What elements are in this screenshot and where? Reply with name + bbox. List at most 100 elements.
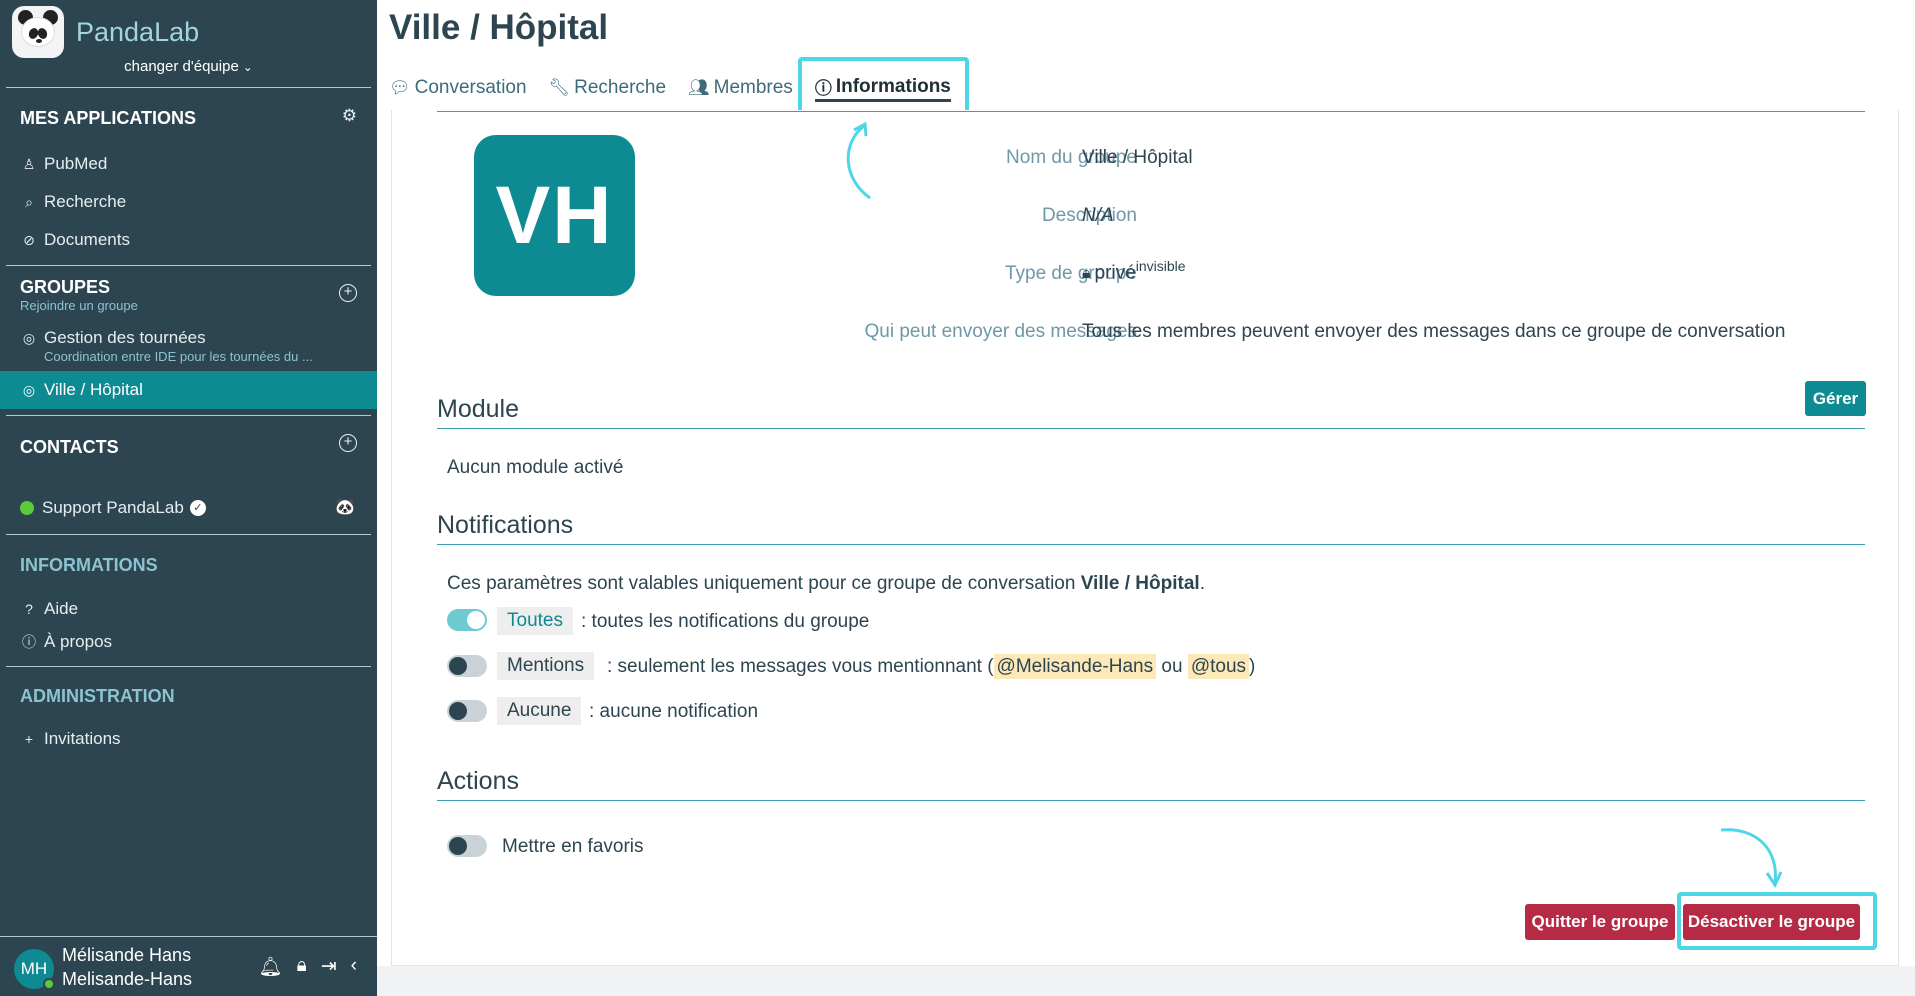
sidebar-item-pubmed[interactable]: ♙ PubMed <box>20 152 108 176</box>
panda-icon: 🐼 <box>335 499 355 516</box>
chat-icon: 💬︎ <box>389 78 411 97</box>
sidebar-item-label: À propos <box>44 632 113 651</box>
actions-section-title: Actions <box>437 767 1865 801</box>
notif-mentions-chip: Mentions <box>497 652 595 680</box>
favorite-label: Mettre en favoris <box>502 836 644 857</box>
user-name: Mélisande Hans <box>62 945 192 965</box>
sidebar-item-label: Aide <box>44 599 79 618</box>
intro-prefix: Ces paramètres sont valables uniquement … <box>447 573 1076 594</box>
apps-section-title: MES APPLICATIONS <box>20 108 197 128</box>
main-content: Ville / Hôpital 💬︎ Conversation 🔧︎ Recherc… <box>377 0 1915 996</box>
sidebar-item-documents[interactable]: ⊘ Documents <box>20 228 130 252</box>
online-status-dot <box>20 501 34 515</box>
sidebar-item-ville-hopital[interactable]: ◎ Ville / Hôpital <box>0 371 377 409</box>
mentions-or: ou <box>1161 656 1183 677</box>
sidebar-item-a-propos[interactable]: ⓘ À propos <box>20 630 112 654</box>
sidebar-item-sub: Coordination entre IDE pour les tournées… <box>44 349 313 364</box>
tab-recherche[interactable]: 🔧︎ Recherche <box>549 74 666 102</box>
info-icon: ⓘ <box>22 634 36 650</box>
sidebar-item-label: Support PandaLab <box>42 498 184 517</box>
divider <box>6 534 371 535</box>
add-contact-icon[interactable]: + <box>339 434 357 452</box>
lock-icon: 🔒︎ <box>1082 265 1091 283</box>
sidebar-item-gestion-tournees[interactable]: ◎ Gestion des tournées <box>20 326 206 350</box>
group-eye-icon: ◎ <box>22 381 36 398</box>
sidebar-item-label: Invitations <box>44 729 121 748</box>
manage-modules-button[interactable]: Gérer <box>1805 381 1866 416</box>
module-section-title: Module <box>437 395 1865 429</box>
sidebar-item-support[interactable]: Support PandaLab ✓ <box>20 496 206 520</box>
logout-icon[interactable]: ⇥ <box>321 955 337 979</box>
question-icon: ? <box>25 601 33 617</box>
group-avatar: VH <box>474 135 635 296</box>
verified-icon: ✓ <box>189 500 206 516</box>
sidebar-item-aide[interactable]: ? Aide <box>20 597 78 621</box>
sidebar-item-label: Gestion des tournées <box>44 328 206 347</box>
tab-label: Membres <box>713 77 793 98</box>
sidebar-item-label: Ville / Hôpital <box>44 380 143 399</box>
group-type-value: 🔒︎ privéinvisible <box>1082 258 1186 284</box>
lock-icon[interactable]: 🔒︎ <box>297 955 307 979</box>
sidebar-item-label: Documents <box>44 230 130 249</box>
team-switch-label: changer d'équipe <box>124 58 239 75</box>
administration-section-title: ADMINISTRATION <box>20 686 175 706</box>
add-group-icon[interactable]: + <box>339 284 357 302</box>
group-eye-icon: ◎ <box>22 329 36 346</box>
favorite-toggle[interactable] <box>447 835 487 857</box>
notif-mentions-toggle[interactable] <box>447 655 487 677</box>
description-value: N/A <box>1082 205 1114 226</box>
user-icon: ♙ <box>22 155 36 172</box>
avatar[interactable]: MH <box>14 949 55 990</box>
team-switch[interactable]: changer d'équipe ⌄ <box>0 58 377 75</box>
groups-section-title: GROUPES <box>20 277 111 297</box>
tab-label: Recherche <box>574 77 667 98</box>
sidebar-item-recherche[interactable]: ⌕ Recherche <box>20 190 126 214</box>
plus-icon: + <box>24 731 34 747</box>
button-highlight-box <box>1677 892 1877 950</box>
panda-logo-icon <box>12 6 64 58</box>
notif-none-toggle[interactable] <box>447 700 487 722</box>
paperclip-icon: ⊘ <box>23 231 35 248</box>
online-status-dot <box>43 978 55 990</box>
notif-all-chip: Toutes <box>497 607 573 635</box>
mention-all: @tous <box>1187 654 1250 679</box>
quit-group-button[interactable]: Quitter le groupe <box>1525 904 1675 940</box>
divider <box>6 87 371 88</box>
notif-mentions-desc: : seulement les messages vous mentionnan… <box>607 654 1255 679</box>
informations-section-title: INFORMATIONS <box>20 555 158 575</box>
intro-group: Ville / Hôpital <box>1080 573 1200 594</box>
chevron-down-icon: ⌄ <box>242 60 253 74</box>
search-icon: ⌕ <box>25 193 33 210</box>
collapse-sidebar-icon[interactable]: ‹ <box>351 955 357 979</box>
mention-user: @Melisande-Hans <box>993 654 1157 679</box>
group-type-text: privé <box>1094 262 1136 284</box>
user-bar: MH Mélisande Hans Melisande-Hans 🔔︎ 🔒︎ ⇥… <box>0 936 377 996</box>
notif-none-desc: : aucune notification <box>589 701 759 722</box>
notifications-section-title: Notifications <box>437 511 1865 545</box>
tab-conversation[interactable]: 💬︎ Conversation <box>389 74 527 102</box>
members-icon: 👥︎ <box>688 78 710 97</box>
intro-suffix: . <box>1199 573 1205 594</box>
user-handle: Melisande-Hans <box>62 969 193 989</box>
who-can-send-value: Tous les membres peuvent envoyer des mes… <box>1082 321 1786 342</box>
bell-icon[interactable]: 🔔︎ <box>259 955 283 979</box>
divider <box>6 265 371 266</box>
group-name-value: Ville / Hôpital <box>1082 147 1193 168</box>
contacts-section-title: CONTACTS <box>20 437 119 457</box>
mentions-desc-prefix: : seulement les messages vous mentionnan… <box>607 656 994 677</box>
join-group-link[interactable]: Rejoindre un groupe <box>20 298 138 313</box>
divider <box>6 666 371 667</box>
notif-none-chip: Aucune <box>497 697 582 725</box>
sidebar-item-invitations[interactable]: + Invitations <box>20 727 121 751</box>
divider <box>437 111 1865 112</box>
app-root: PandaLab changer d'équipe ⌄ MES APPLICATI… <box>0 0 1915 996</box>
brand[interactable]: PandaLab <box>12 6 199 58</box>
wrench-icon: 🔧︎ <box>548 78 571 97</box>
notifications-intro: Ces paramètres sont valables uniquement … <box>447 573 1205 595</box>
sidebar: PandaLab changer d'équipe ⌄ MES APPLICATI… <box>0 0 377 996</box>
tab-membres[interactable]: 👥︎ Membres <box>688 74 793 102</box>
notif-all-desc: : toutes les notifications du groupe <box>581 611 870 632</box>
notif-all-toggle[interactable] <box>447 609 487 631</box>
gear-icon[interactable]: ⚙ <box>342 106 357 126</box>
group-type-sup: invisible <box>1135 258 1186 274</box>
